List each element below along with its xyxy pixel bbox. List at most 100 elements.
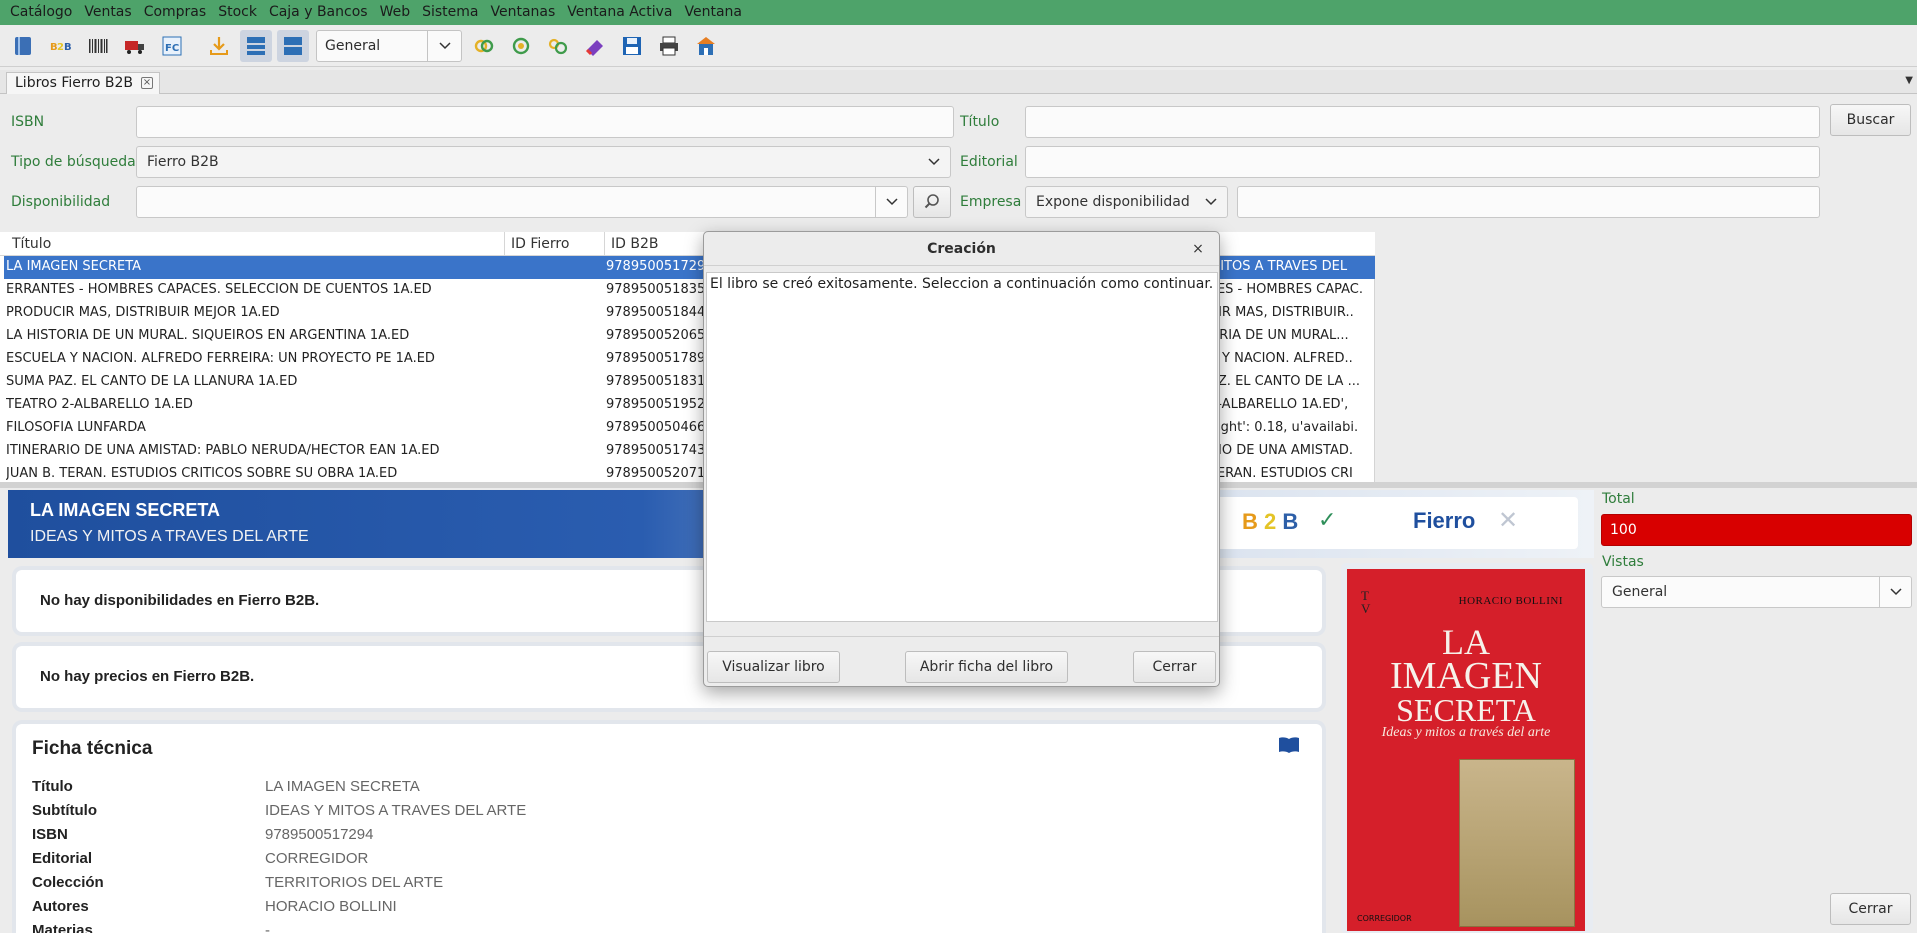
titulo-input[interactable] (1025, 106, 1820, 138)
b2b-button[interactable]: B2B (45, 30, 77, 62)
isbn-label: ISBN (11, 114, 45, 130)
magnifier-icon (924, 194, 939, 209)
menu-bar: Catálogo Ventas Compras Stock Caja y Ban… (0, 0, 1917, 25)
table-cell-titulo: ESCUELA Y NACION. ALFREDO FERREIRA: UN P… (6, 351, 435, 366)
table-cell-titulo: LA IMAGEN SECRETA (6, 259, 142, 274)
cover-title: LA IMAGEN SECRETA (1390, 622, 1542, 728)
cerrar-main-button[interactable]: Cerrar (1830, 893, 1911, 925)
editorial-label: Editorial (960, 154, 1018, 170)
table-cell-titulo: TEATRO 2-ALBARELLO 1A.ED (6, 397, 193, 412)
menu-ventana-activa[interactable]: Ventana Activa (561, 0, 678, 25)
technical-sheet-key: Editorial (32, 850, 93, 867)
total-label: Total (1602, 491, 1635, 507)
menu-stock[interactable]: Stock (212, 0, 263, 25)
cover-subtitle: Ideas y mitos a través del arte (1381, 725, 1551, 740)
table-cell-id-b2b: 978950051789 (606, 351, 706, 366)
empresa-value: Expone disponibilidad (1036, 194, 1190, 210)
technical-sheet-value: HORACIO BOLLINI (265, 898, 397, 915)
tab-libros-fierro-b2b[interactable]: Libros Fierro B2B × (6, 72, 160, 94)
delivery-truck-button[interactable] (119, 30, 151, 62)
svg-text:FC: FC (165, 43, 179, 54)
printer-icon (660, 36, 678, 55)
close-icon[interactable]: × (1187, 238, 1209, 260)
dialog-message-area[interactable]: El libro se creó exitosamente. Seleccion… (706, 272, 1218, 622)
menu-sistema[interactable]: Sistema (416, 0, 484, 25)
disponibilidad-label: Disponibilidad (11, 194, 111, 210)
table-cell-extra: TES - HOMBRES CAPAC. (1209, 282, 1363, 297)
menu-caja-y-bancos[interactable]: Caja y Bancos (263, 0, 374, 25)
dialog-title: Creación (704, 232, 1219, 266)
detail-title: LA IMAGEN SECRETA (30, 500, 221, 520)
empresa-label: Empresa (960, 194, 1022, 210)
target-button[interactable] (505, 30, 537, 62)
save-button[interactable] (616, 30, 648, 62)
open-book-icon[interactable] (1278, 736, 1300, 754)
invoice-fc-button[interactable]: FC (156, 30, 188, 62)
tipo-busqueda-value: Fierro B2B (147, 154, 219, 170)
col-header-titulo[interactable]: Título (6, 232, 505, 256)
catalog-book-button[interactable] (8, 30, 40, 62)
table-cell-extra: eight': 0.18, u'availabi. (1209, 420, 1359, 435)
col-header-id-fierro[interactable]: ID Fierro (505, 232, 605, 256)
menu-ventanas[interactable]: Ventanas (484, 0, 561, 25)
buscar-button[interactable]: Buscar (1830, 104, 1911, 136)
technical-sheet-key: Autores (32, 898, 89, 915)
tipo-busqueda-combo[interactable]: Fierro B2B (136, 146, 951, 178)
technical-sheet-card: Ficha técnica Título LA IMAGEN SECRETA Sub… (16, 724, 1322, 933)
link-button[interactable] (542, 30, 574, 62)
abrir-ficha-button[interactable]: Abrir ficha del libro (905, 651, 1068, 683)
layout-split-button[interactable] (277, 29, 309, 62)
cerrar-dialog-button[interactable]: Cerrar (1133, 651, 1216, 683)
layout-rows-icon (247, 36, 265, 55)
tab-close-icon[interactable]: × (140, 77, 153, 89)
dialog-message: El libro se creó exitosamente. Seleccion… (710, 276, 1214, 292)
technical-sheet-key: ISBN (32, 826, 68, 843)
cover-series-mark: T V (1361, 588, 1371, 616)
menu-compras[interactable]: Compras (138, 0, 213, 25)
technical-sheet-value: - (265, 922, 270, 933)
menu-ventas[interactable]: Ventas (78, 0, 137, 25)
chevron-down-icon (918, 147, 950, 177)
technical-sheet-value: LA IMAGEN SECRETA (265, 778, 420, 795)
detail-subtitle: IDEAS Y MITOS A TRAVES DEL ARTE (30, 528, 309, 545)
chevron-down-icon (875, 187, 907, 217)
print-button[interactable] (653, 30, 685, 62)
disponibilidad-combo[interactable] (136, 186, 908, 218)
view-combo[interactable]: General (316, 29, 462, 62)
store-button[interactable] (690, 30, 722, 62)
tab-menu-arrow-icon[interactable]: ▼ (1905, 75, 1913, 86)
download-icon (210, 36, 228, 55)
tipo-busqueda-label: Tipo de búsqueda (11, 154, 136, 170)
menu-web[interactable]: Web (374, 0, 417, 25)
eraser-button[interactable] (579, 30, 611, 62)
technical-sheet-key: Colección (32, 874, 104, 891)
download-button[interactable] (203, 30, 235, 62)
tab-strip: Libros Fierro B2B × ▼ (0, 70, 1917, 94)
barcode-button[interactable] (82, 30, 114, 62)
no-prices-message: No hay precios en Fierro B2B. (40, 668, 255, 685)
chevron-down-icon (427, 30, 461, 61)
editorial-input[interactable] (1025, 146, 1820, 178)
layout-horizontal-button[interactable] (240, 29, 272, 62)
menu-catalogo[interactable]: Catálogo (4, 0, 78, 25)
barcode-icon (89, 38, 108, 53)
table-cell-titulo: FILOSOFIA LUNFARDA (6, 420, 146, 435)
dialog-separator (704, 636, 1219, 637)
empresa-combo[interactable]: Expone disponibilidad (1025, 186, 1228, 218)
table-cell-titulo: ERRANTES - HOMBRES CAPACES. SELECCION DE… (6, 282, 432, 297)
check-icon: ✓ (1318, 508, 1337, 533)
vistas-combo[interactable]: General (1601, 576, 1912, 608)
table-cell-extra: ORIA DE UN MURAL... (1209, 328, 1349, 343)
table-cell-titulo: ITINERARIO DE UNA AMISTAD: PABLO NERUDA/… (6, 443, 440, 458)
technical-sheet-value: 9789500517294 (265, 826, 374, 843)
rings-button[interactable] (468, 30, 500, 62)
disponibilidad-search-button[interactable] (913, 186, 951, 218)
empresa-text-input[interactable] (1237, 186, 1820, 218)
chain-link-icon (548, 38, 568, 54)
table-cell-titulo: SUMA PAZ. EL CANTO DE LA LLANURA 1A.ED (6, 374, 298, 389)
technical-sheet-value: IDEAS Y MITOS A TRAVES DEL ARTE (265, 802, 527, 819)
menu-ventana[interactable]: Ventana (679, 0, 749, 25)
isbn-input[interactable] (136, 106, 954, 138)
table-cell-extra: RIO DE UNA AMISTAD. (1209, 443, 1354, 458)
visualizar-libro-button[interactable]: Visualizar libro (707, 651, 840, 683)
